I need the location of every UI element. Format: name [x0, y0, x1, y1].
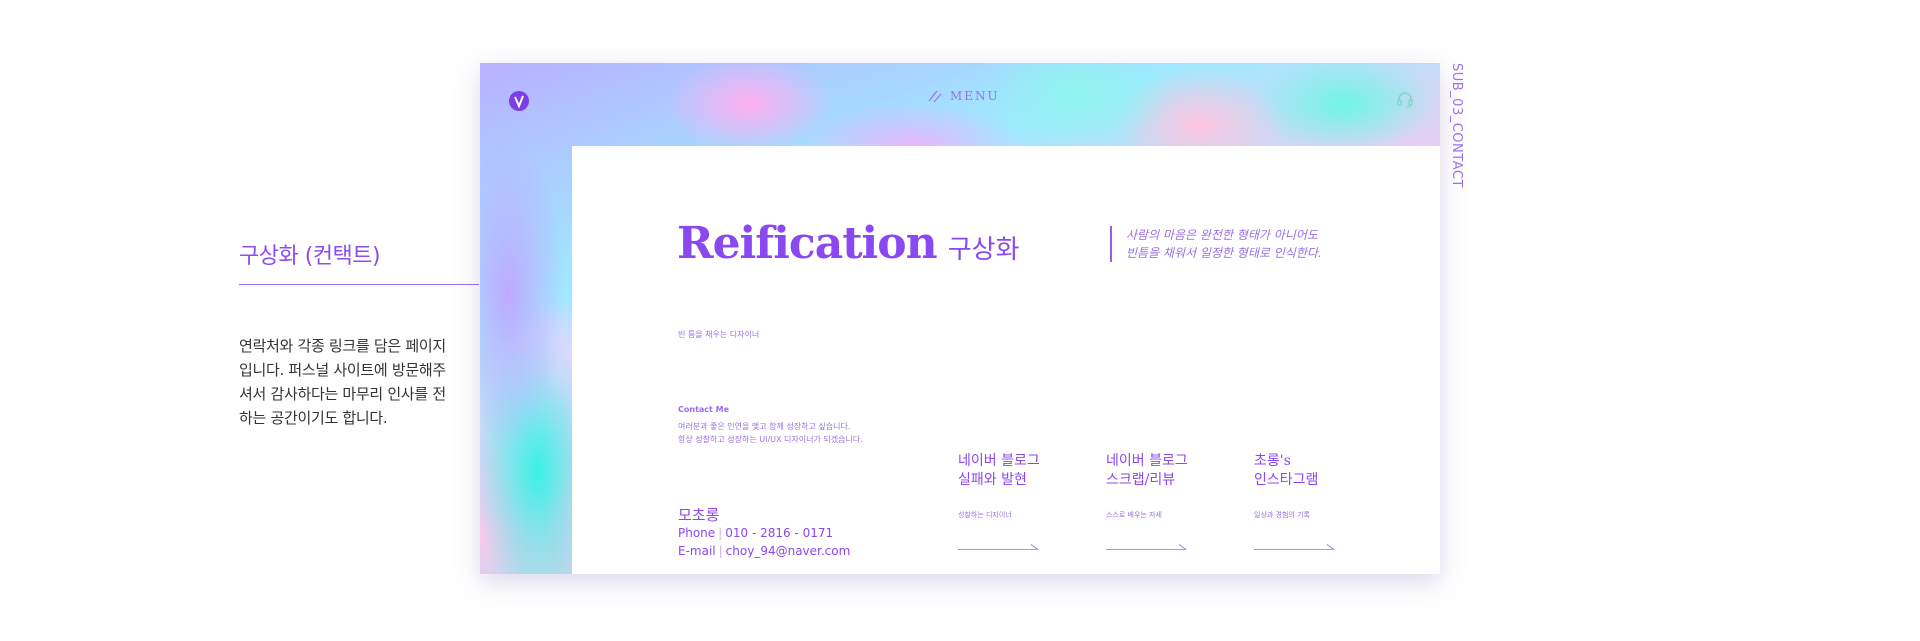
separator: |	[718, 526, 723, 540]
link-title-line-1: 네이버 블로그	[958, 453, 1040, 469]
page-subtitle: 빈 틈을 채우는 디자이너	[678, 330, 760, 339]
link-title-line-1: 초롱's	[1254, 453, 1291, 469]
link-subtitle: 성찰하는 디자이너	[958, 511, 1012, 519]
phone-value[interactable]: 010 - 2816 - 0171	[725, 526, 833, 540]
phone-row: Phone | 010 - 2816 - 0171	[678, 526, 833, 540]
email-value[interactable]: choy_94@naver.com	[726, 544, 851, 558]
slash-menu-icon	[928, 90, 942, 103]
quote-line-2: 빈틈을 채워서 일정한 형태로 인식한다.	[1126, 246, 1322, 260]
link-title-line-1: 네이버 블로그	[1106, 453, 1188, 469]
description-panel: 구상화 (컨택트) 연락처와 각종 링크를 담은 페이지 입니다. 퍼스널 사이…	[239, 238, 501, 430]
menu-label: MENU	[950, 89, 1000, 103]
separator: |	[718, 544, 723, 558]
title-english: Reification	[677, 218, 938, 269]
description-title: 구상화 (컨택트)	[239, 244, 381, 269]
quote-line-1: 사람의 마음은 완전한 형태가 아니어도	[1126, 228, 1318, 242]
arrow-right-icon[interactable]	[958, 543, 1040, 551]
quote-block: 사람의 마음은 완전한 형태가 아니어도 빈틈을 채워서 일정한 형태로 인식한…	[1110, 226, 1366, 262]
link-card-blog-review[interactable]: 네이버 블로그 스크랩/리뷰 스스로 배우는 자세	[1106, 452, 1246, 550]
title-korean: 구상화	[947, 235, 1020, 265]
v-logo-icon[interactable]	[509, 91, 529, 111]
link-card-instagram[interactable]: 초롱's 인스타그램 일상과 경험의 기록	[1254, 452, 1394, 550]
content-panel: Reification 구상화 빈 틈을 채우는 디자이너 사람의 마음은 완전…	[572, 146, 1440, 574]
contact-name: 모초롱	[678, 506, 720, 524]
section-side-label: SUB_03_CONTACT	[1449, 63, 1464, 188]
link-card-blog-failure[interactable]: 네이버 블로그 실패와 발현 성찰하는 디자이너	[958, 452, 1098, 550]
menu-button[interactable]: MENU	[928, 89, 1000, 103]
email-label: E-mail	[678, 544, 716, 558]
contact-desc-line-1: 여러분과 좋은 인연을 맺고 함께 성장하고 싶습니다.	[678, 422, 851, 431]
link-subtitle: 일상과 경험의 기록	[1254, 511, 1310, 519]
description-body: 연락처와 각종 링크를 담은 페이지 입니다. 퍼스널 사이트에 방문해주셔서 …	[239, 337, 446, 427]
arrow-right-icon[interactable]	[1106, 543, 1188, 551]
description-divider	[239, 284, 479, 285]
contact-desc-line-2: 항상 성찰하고 성장하는 UI/UX 디자이너가 되겠습니다.	[678, 435, 863, 444]
page-title: Reification 구상화	[677, 218, 1019, 269]
phone-label: Phone	[678, 526, 716, 540]
headset-icon[interactable]	[1395, 90, 1415, 110]
contact-label: Contact Me	[678, 405, 730, 414]
email-row: E-mail | choy_94@naver.com	[678, 544, 850, 558]
link-title-line-2: 실패와 발현	[958, 472, 1027, 488]
contact-description: 여러분과 좋은 인연을 맺고 함께 성장하고 싶습니다. 항상 성찰하고 성장하…	[678, 420, 863, 446]
arrow-right-icon[interactable]	[1254, 543, 1336, 551]
page-frame: MENU Reification 구상화 빈 틈을 채우는 디자이너 사람의 마…	[480, 63, 1440, 574]
link-subtitle: 스스로 배우는 자세	[1106, 511, 1162, 519]
link-title-line-2: 인스타그램	[1254, 472, 1319, 488]
link-title-line-2: 스크랩/리뷰	[1106, 472, 1176, 488]
